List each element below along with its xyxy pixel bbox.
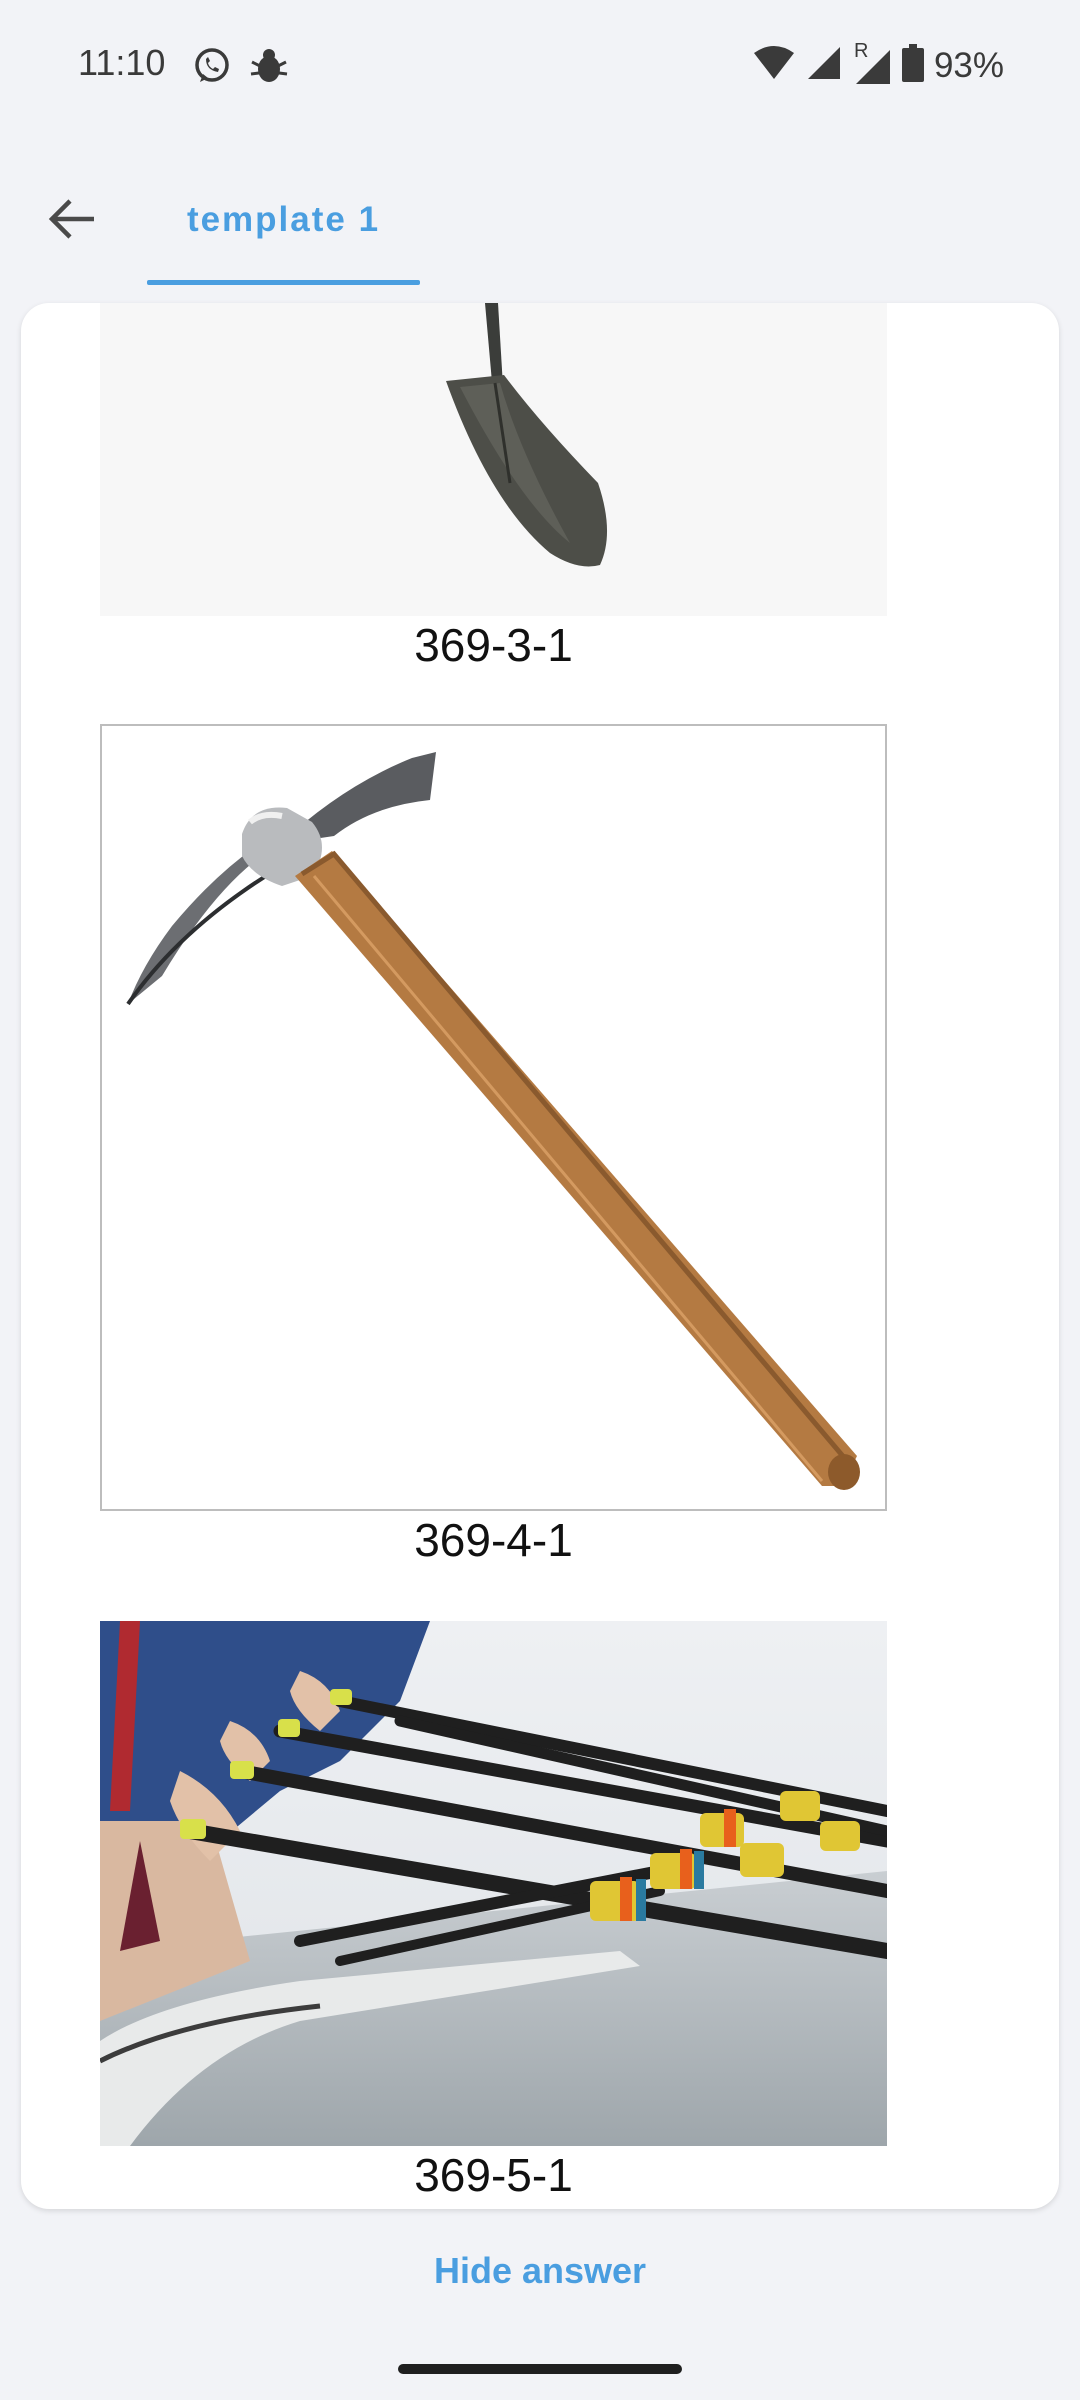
rowing-crew-image: [100, 1621, 887, 2146]
system-tray: R 93%: [752, 40, 1004, 87]
status-bar: 11:10 R 93%: [0, 0, 1080, 135]
shovel-image: [100, 303, 887, 616]
figure-pickaxe: 369-4-1: [100, 724, 887, 1567]
caption-369-3-1: 369-3-1: [414, 619, 573, 671]
pickaxe-image: [100, 724, 887, 1511]
roaming-label: R: [853, 39, 869, 62]
hide-answer-button[interactable]: Hide answer: [0, 2250, 1080, 2292]
bug-icon: [248, 46, 290, 91]
caption-369-4-1: 369-4-1: [414, 1514, 573, 1566]
figure-rowing-crew: 369-5-1: [100, 1621, 887, 2202]
signal-icon: [806, 45, 842, 86]
tab-label: template 1: [186, 200, 381, 239]
wifi-icon: [752, 45, 796, 86]
figure-shovel: 369-3-1: [100, 303, 887, 672]
battery-percentage: 93%: [933, 45, 1004, 85]
tab-indicator: [147, 280, 420, 285]
answer-card: 369-3-1 369-4-1 369-5-1: [21, 303, 1059, 2209]
tab-template-1[interactable]: template 1: [147, 150, 420, 285]
gesture-nav-handle[interactable]: [398, 2364, 682, 2374]
back-button[interactable]: [42, 188, 104, 250]
arrow-left-icon: [48, 199, 94, 239]
toolbar: template 1: [0, 150, 1080, 285]
roaming-signal-icon: R: [852, 40, 892, 86]
caption-369-5-1: 369-5-1: [414, 2149, 573, 2201]
battery-icon: [901, 44, 924, 87]
whatsapp-icon: [192, 46, 232, 91]
status-time: 11:10: [78, 42, 166, 83]
